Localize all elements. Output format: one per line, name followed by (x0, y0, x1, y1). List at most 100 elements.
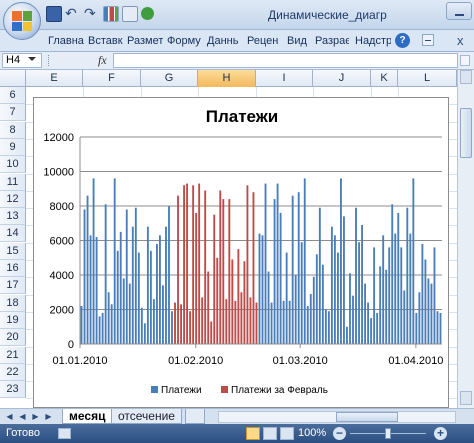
quick-access-toolbar: ↶ ↷ (46, 6, 154, 22)
zoom-in-icon[interactable]: + (434, 427, 447, 440)
tab-home[interactable]: Главна (48, 33, 84, 52)
name-box[interactable]: H4 (2, 53, 42, 68)
column-header[interactable]: L (398, 70, 457, 87)
row-header[interactable]: 11 (0, 173, 26, 191)
column-header[interactable]: J (313, 70, 371, 87)
row-header[interactable]: 6 (0, 87, 26, 104)
bar-payments (83, 209, 86, 344)
minimize-button[interactable] (446, 2, 472, 20)
save-icon[interactable] (46, 6, 62, 22)
print-icon[interactable] (122, 6, 138, 22)
last-sheet-icon[interactable]: ▶ (43, 411, 54, 422)
select-all-corner[interactable] (0, 70, 26, 87)
bar-payments (168, 206, 170, 344)
undo-icon[interactable]: ↶ (65, 6, 81, 22)
tab-formulas[interactable]: Форму (167, 33, 203, 52)
scroll-up-arrow-icon[interactable] (460, 70, 472, 84)
column-header[interactable]: F (83, 70, 141, 87)
bar-payments (119, 231, 122, 344)
record-icon[interactable] (141, 7, 154, 20)
row-header[interactable]: 21 (0, 346, 26, 364)
row-header[interactable]: 23 (0, 381, 26, 399)
redo-icon[interactable]: ↷ (84, 6, 100, 22)
sheet-tab-active[interactable]: месяц (62, 409, 113, 424)
zoom-out-icon[interactable]: − (333, 427, 346, 440)
bar-february-payments (204, 190, 207, 344)
tab-insert[interactable]: Вставк (88, 33, 124, 52)
zoom-level[interactable]: 100% (298, 427, 326, 439)
vertical-scroll-thumb[interactable] (460, 108, 472, 158)
column-header[interactable]: G (141, 70, 198, 87)
bar-payments (349, 273, 351, 344)
row-header[interactable]: 18 (0, 294, 26, 312)
chevron-down-icon[interactable] (28, 57, 36, 61)
row-header[interactable]: 16 (0, 260, 26, 277)
row-header[interactable]: 15 (0, 242, 26, 260)
zoom-slider-thumb[interactable] (385, 428, 391, 439)
close-workbook-icon[interactable]: x (457, 33, 464, 48)
bar-february-payments (219, 190, 222, 344)
tab-developer[interactable]: Разрає (315, 33, 349, 52)
formula-input[interactable] (113, 53, 458, 68)
row-header[interactable]: 20 (0, 329, 26, 347)
column-header-selected[interactable]: H (198, 70, 256, 87)
row-header[interactable]: 13 (0, 208, 26, 226)
page-break-view-icon[interactable] (280, 427, 294, 440)
sheet-tab[interactable]: отсечение (111, 409, 182, 424)
bar-payments (324, 309, 327, 344)
bar-payments (152, 299, 155, 344)
bar-payments (306, 306, 309, 344)
ribbon-minimize-button[interactable] (422, 34, 434, 46)
bar-payments (162, 285, 164, 344)
tab-view[interactable]: Вид (287, 33, 311, 52)
bar-payments (312, 276, 315, 344)
horizontal-scroll-thumb[interactable] (336, 412, 398, 422)
first-sheet-icon[interactable]: ◀ (4, 411, 15, 422)
page-layout-view-icon[interactable] (263, 427, 277, 440)
vertical-scrollbar[interactable] (457, 70, 474, 408)
row-header[interactable]: 17 (0, 277, 26, 295)
chart-area[interactable]: Платежи 0 2000 4000 6000 8000 10000 12000 01.01.… (33, 97, 449, 408)
bar-february-payments (243, 261, 246, 344)
row-header[interactable]: 19 (0, 311, 26, 329)
tab-review[interactable]: Рецен (247, 33, 283, 52)
bar-payments (282, 300, 285, 344)
tab-addins[interactable]: Надстр (355, 33, 391, 52)
scroll-down-arrow-icon[interactable] (460, 391, 472, 405)
normal-view-icon[interactable] (246, 427, 260, 440)
macro-record-icon[interactable] (58, 428, 71, 439)
row-header[interactable]: 7 (0, 104, 26, 122)
bar-payments (355, 207, 357, 344)
formula-expand-button[interactable] (460, 55, 470, 66)
bar-payments (285, 252, 288, 344)
bar-payments (107, 292, 110, 344)
row-header[interactable]: 10 (0, 156, 26, 174)
bar-payments (297, 192, 300, 344)
row-header[interactable]: 8 (0, 121, 26, 139)
next-sheet-icon[interactable]: ▶ (30, 411, 41, 422)
row-header[interactable]: 12 (0, 190, 26, 208)
horizontal-scrollbar[interactable] (218, 411, 456, 423)
tab-page-layout[interactable]: Размет (127, 33, 163, 52)
new-sheet-icon[interactable] (185, 409, 205, 424)
bar-payments (364, 283, 367, 344)
function-icon[interactable]: fx (98, 53, 107, 68)
bar-payments (367, 302, 370, 344)
spreadsheet-grid[interactable]: E F G H I J K L 6 7 8 9 10 11 12 13 14 15 16 17 18 19… (0, 70, 457, 408)
column-header[interactable]: I (256, 70, 313, 87)
row-header[interactable]: 9 (0, 138, 26, 156)
tab-data[interactable]: Даннь (207, 33, 243, 52)
row-header[interactable]: 22 (0, 363, 26, 381)
bar-february-payments (222, 199, 225, 344)
row-header[interactable]: 14 (0, 225, 26, 243)
help-icon[interactable]: ? (395, 33, 410, 48)
prev-sheet-icon[interactable]: ◀ (17, 411, 28, 422)
bar-february-payments (201, 297, 204, 344)
bar-payments (373, 247, 376, 344)
bar-payments (125, 209, 128, 344)
formula-bar-grip[interactable] (48, 55, 52, 66)
column-header[interactable]: E (26, 70, 83, 87)
column-header[interactable]: K (371, 70, 398, 87)
chart-icon[interactable] (103, 6, 119, 22)
office-button[interactable] (3, 2, 41, 40)
